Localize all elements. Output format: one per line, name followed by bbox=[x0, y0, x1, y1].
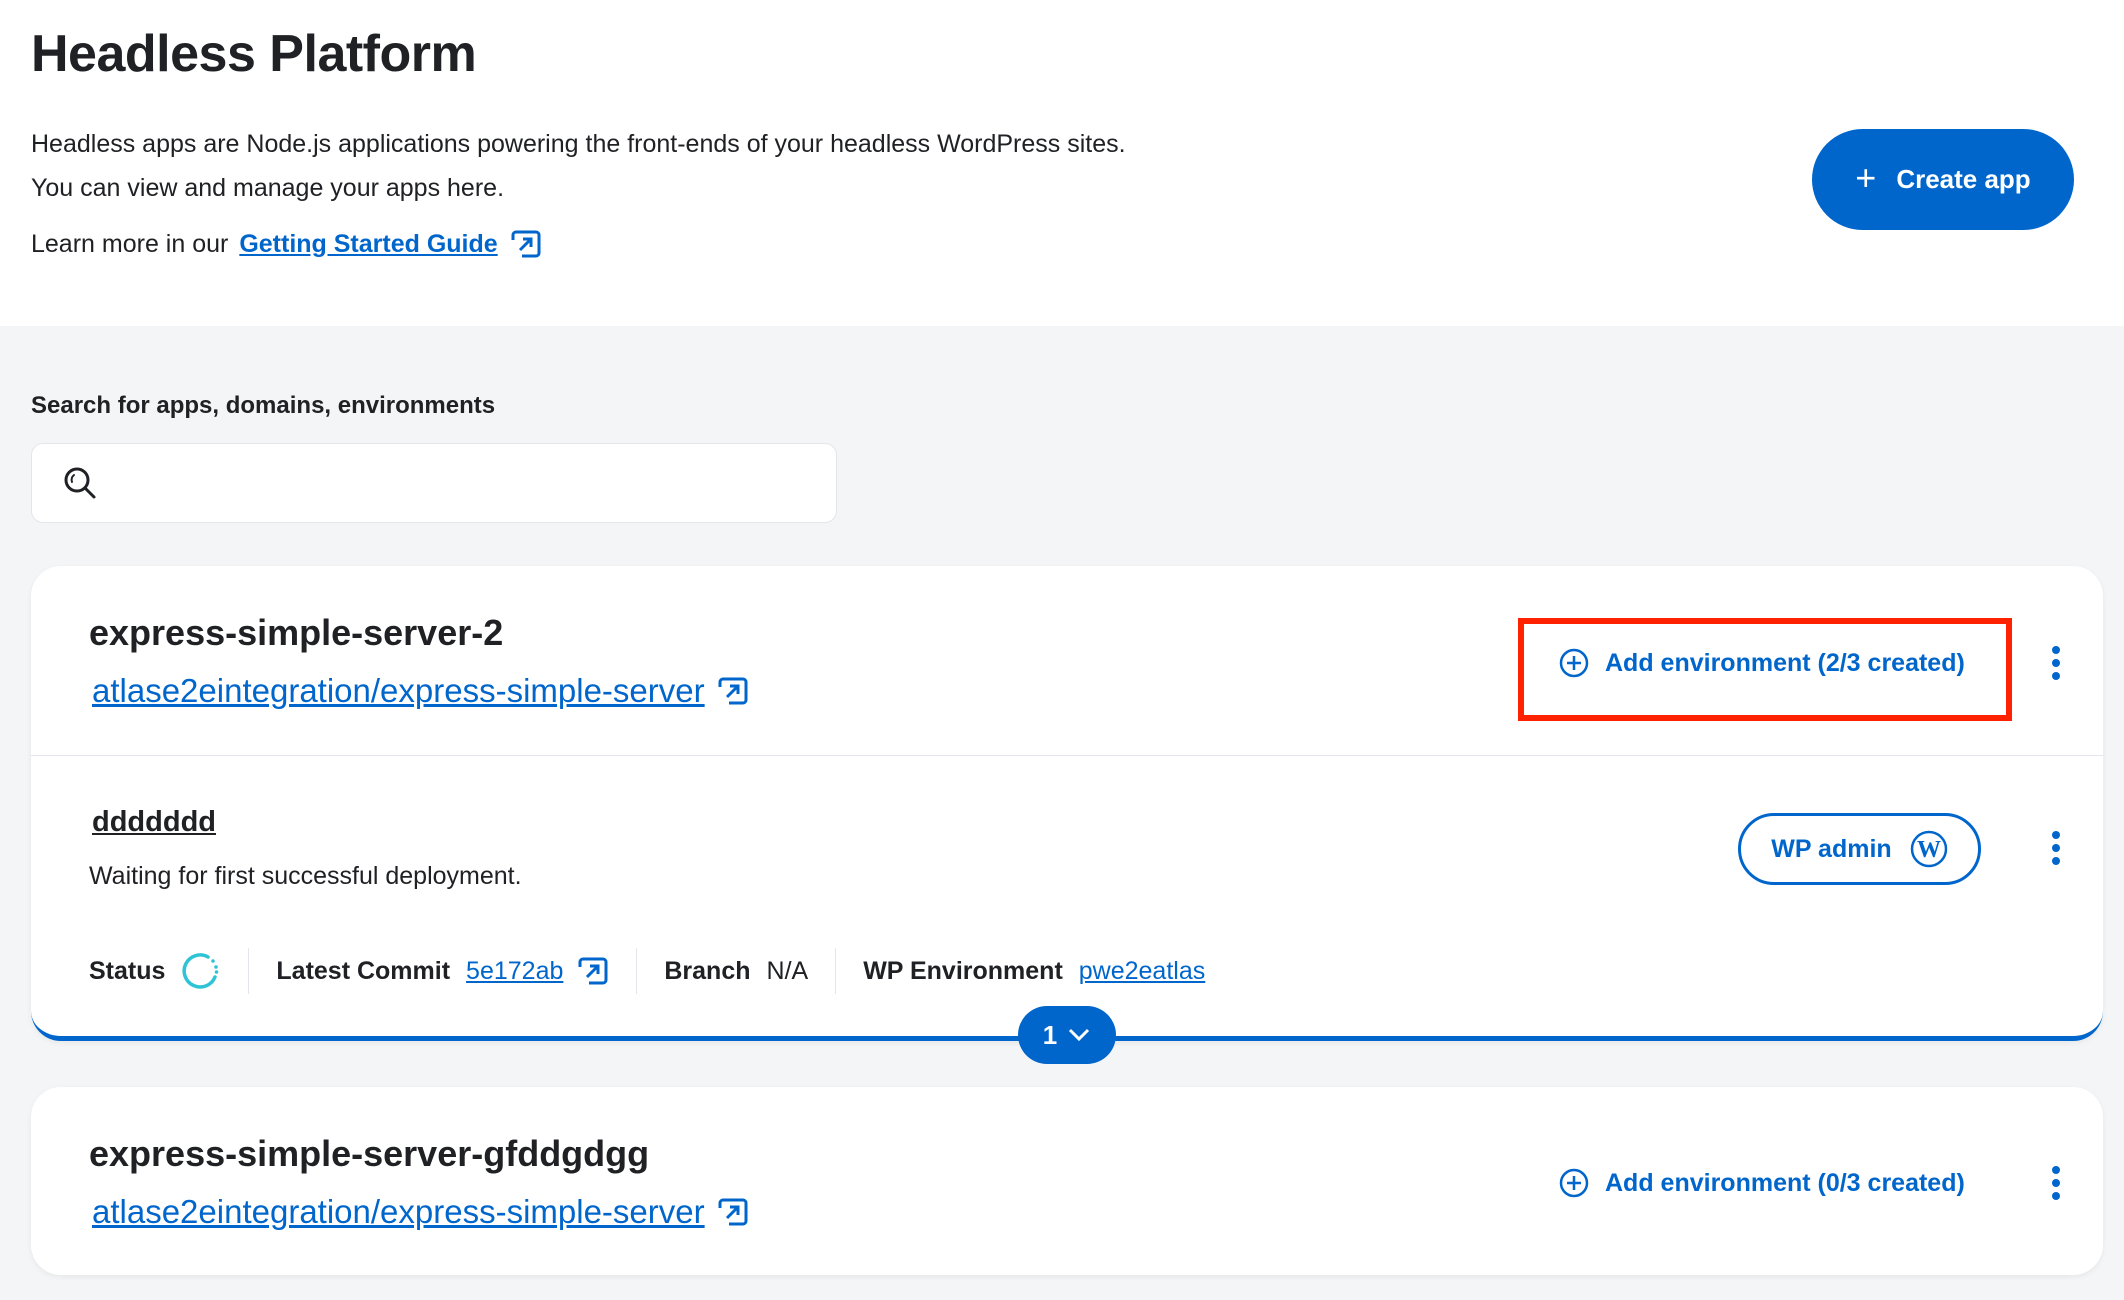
chevron-down-icon bbox=[1069, 1028, 1090, 1042]
divider bbox=[31, 755, 2103, 756]
search-label: Search for apps, domains, environments bbox=[31, 392, 496, 419]
repo-link[interactable]: atlase2eintegration/express-simple-serve… bbox=[92, 1193, 705, 1231]
app-card: express-simple-server-2 atlase2eintegrat… bbox=[31, 566, 2103, 1064]
app-name: express-simple-server-gfddgdgg bbox=[89, 1133, 650, 1174]
intro-line-2: You can view and manage your apps here. bbox=[31, 174, 505, 202]
app-menu-kebab-icon[interactable] bbox=[2046, 1163, 2066, 1203]
environment-meta-row: Status Latest Commit 5e172ab Branch N/A … bbox=[89, 946, 1232, 996]
app-menu-kebab-icon[interactable] bbox=[2046, 643, 2066, 683]
intro-line-1: Headless apps are Node.js applications p… bbox=[31, 130, 1126, 158]
branch-label: Branch bbox=[664, 956, 751, 985]
environment-name-link[interactable]: ddddddd bbox=[92, 806, 216, 839]
commit-link[interactable]: 5e172ab bbox=[466, 957, 563, 986]
environment-count: 1 bbox=[1042, 1019, 1058, 1050]
plus-circle-icon bbox=[1559, 1168, 1589, 1198]
status-label: Status bbox=[89, 956, 166, 985]
status-spinner-icon bbox=[182, 953, 219, 989]
environments-toggle-button[interactable]: 1 bbox=[1018, 1006, 1116, 1064]
wp-environment-label: WP Environment bbox=[863, 956, 1063, 985]
add-environment-label: Add environment (0/3 created) bbox=[1605, 1168, 1965, 1197]
external-link-icon[interactable] bbox=[717, 675, 749, 707]
add-environment-button[interactable]: Add environment (0/3 created) bbox=[1559, 1168, 1965, 1198]
branch-item: Branch N/A bbox=[636, 948, 835, 994]
wp-environment-item: WP Environment pwe2eatlas bbox=[835, 948, 1232, 994]
search-field[interactable] bbox=[31, 443, 837, 523]
search-input[interactable] bbox=[116, 453, 836, 513]
status-item: Status bbox=[89, 948, 248, 994]
repo-link-row: atlase2eintegration/express-simple-serve… bbox=[92, 1193, 749, 1231]
learn-more: Learn more in our Getting Started Guide bbox=[31, 228, 542, 260]
branch-value: N/A bbox=[766, 956, 809, 985]
app-name: express-simple-server-2 bbox=[89, 612, 504, 653]
getting-started-guide-link[interactable]: Getting Started Guide bbox=[239, 230, 497, 259]
external-link-icon[interactable] bbox=[510, 228, 542, 260]
add-environment-button[interactable]: Add environment (2/3 created) bbox=[1559, 648, 1965, 678]
add-environment-label: Add environment (2/3 created) bbox=[1605, 648, 1965, 677]
wp-admin-label: WP admin bbox=[1771, 834, 1892, 863]
page-header: Headless Platform Headless apps are Node… bbox=[0, 0, 2124, 326]
plus-circle-icon bbox=[1559, 648, 1589, 678]
environment-description: Waiting for first successful deployment. bbox=[89, 862, 522, 890]
learn-more-prefix: Learn more in our bbox=[31, 229, 229, 258]
svg-text:W: W bbox=[1917, 837, 1941, 863]
page-title: Headless Platform bbox=[31, 25, 477, 83]
app-card: express-simple-server-gfddgdgg atlase2ei… bbox=[31, 1087, 2103, 1275]
environment-menu-kebab-icon[interactable] bbox=[2046, 828, 2066, 868]
latest-commit-item: Latest Commit 5e172ab bbox=[248, 948, 636, 994]
plus-icon: + bbox=[1855, 157, 1877, 198]
external-link-icon[interactable] bbox=[577, 955, 609, 987]
repo-link-row: atlase2eintegration/express-simple-serve… bbox=[92, 672, 749, 710]
intro-text: Headless apps are Node.js applications p… bbox=[31, 122, 1126, 210]
wp-environment-link[interactable]: pwe2eatlas bbox=[1079, 957, 1205, 986]
search-icon bbox=[64, 467, 96, 499]
create-app-button[interactable]: + Create app bbox=[1812, 129, 2074, 230]
repo-link[interactable]: atlase2eintegration/express-simple-serve… bbox=[92, 672, 705, 710]
external-link-icon[interactable] bbox=[717, 1196, 749, 1228]
wp-admin-button[interactable]: WP admin W bbox=[1738, 813, 1981, 885]
latest-commit-label: Latest Commit bbox=[276, 956, 451, 985]
wordpress-icon: W bbox=[1910, 830, 1947, 868]
create-app-label: Create app bbox=[1896, 164, 2031, 194]
